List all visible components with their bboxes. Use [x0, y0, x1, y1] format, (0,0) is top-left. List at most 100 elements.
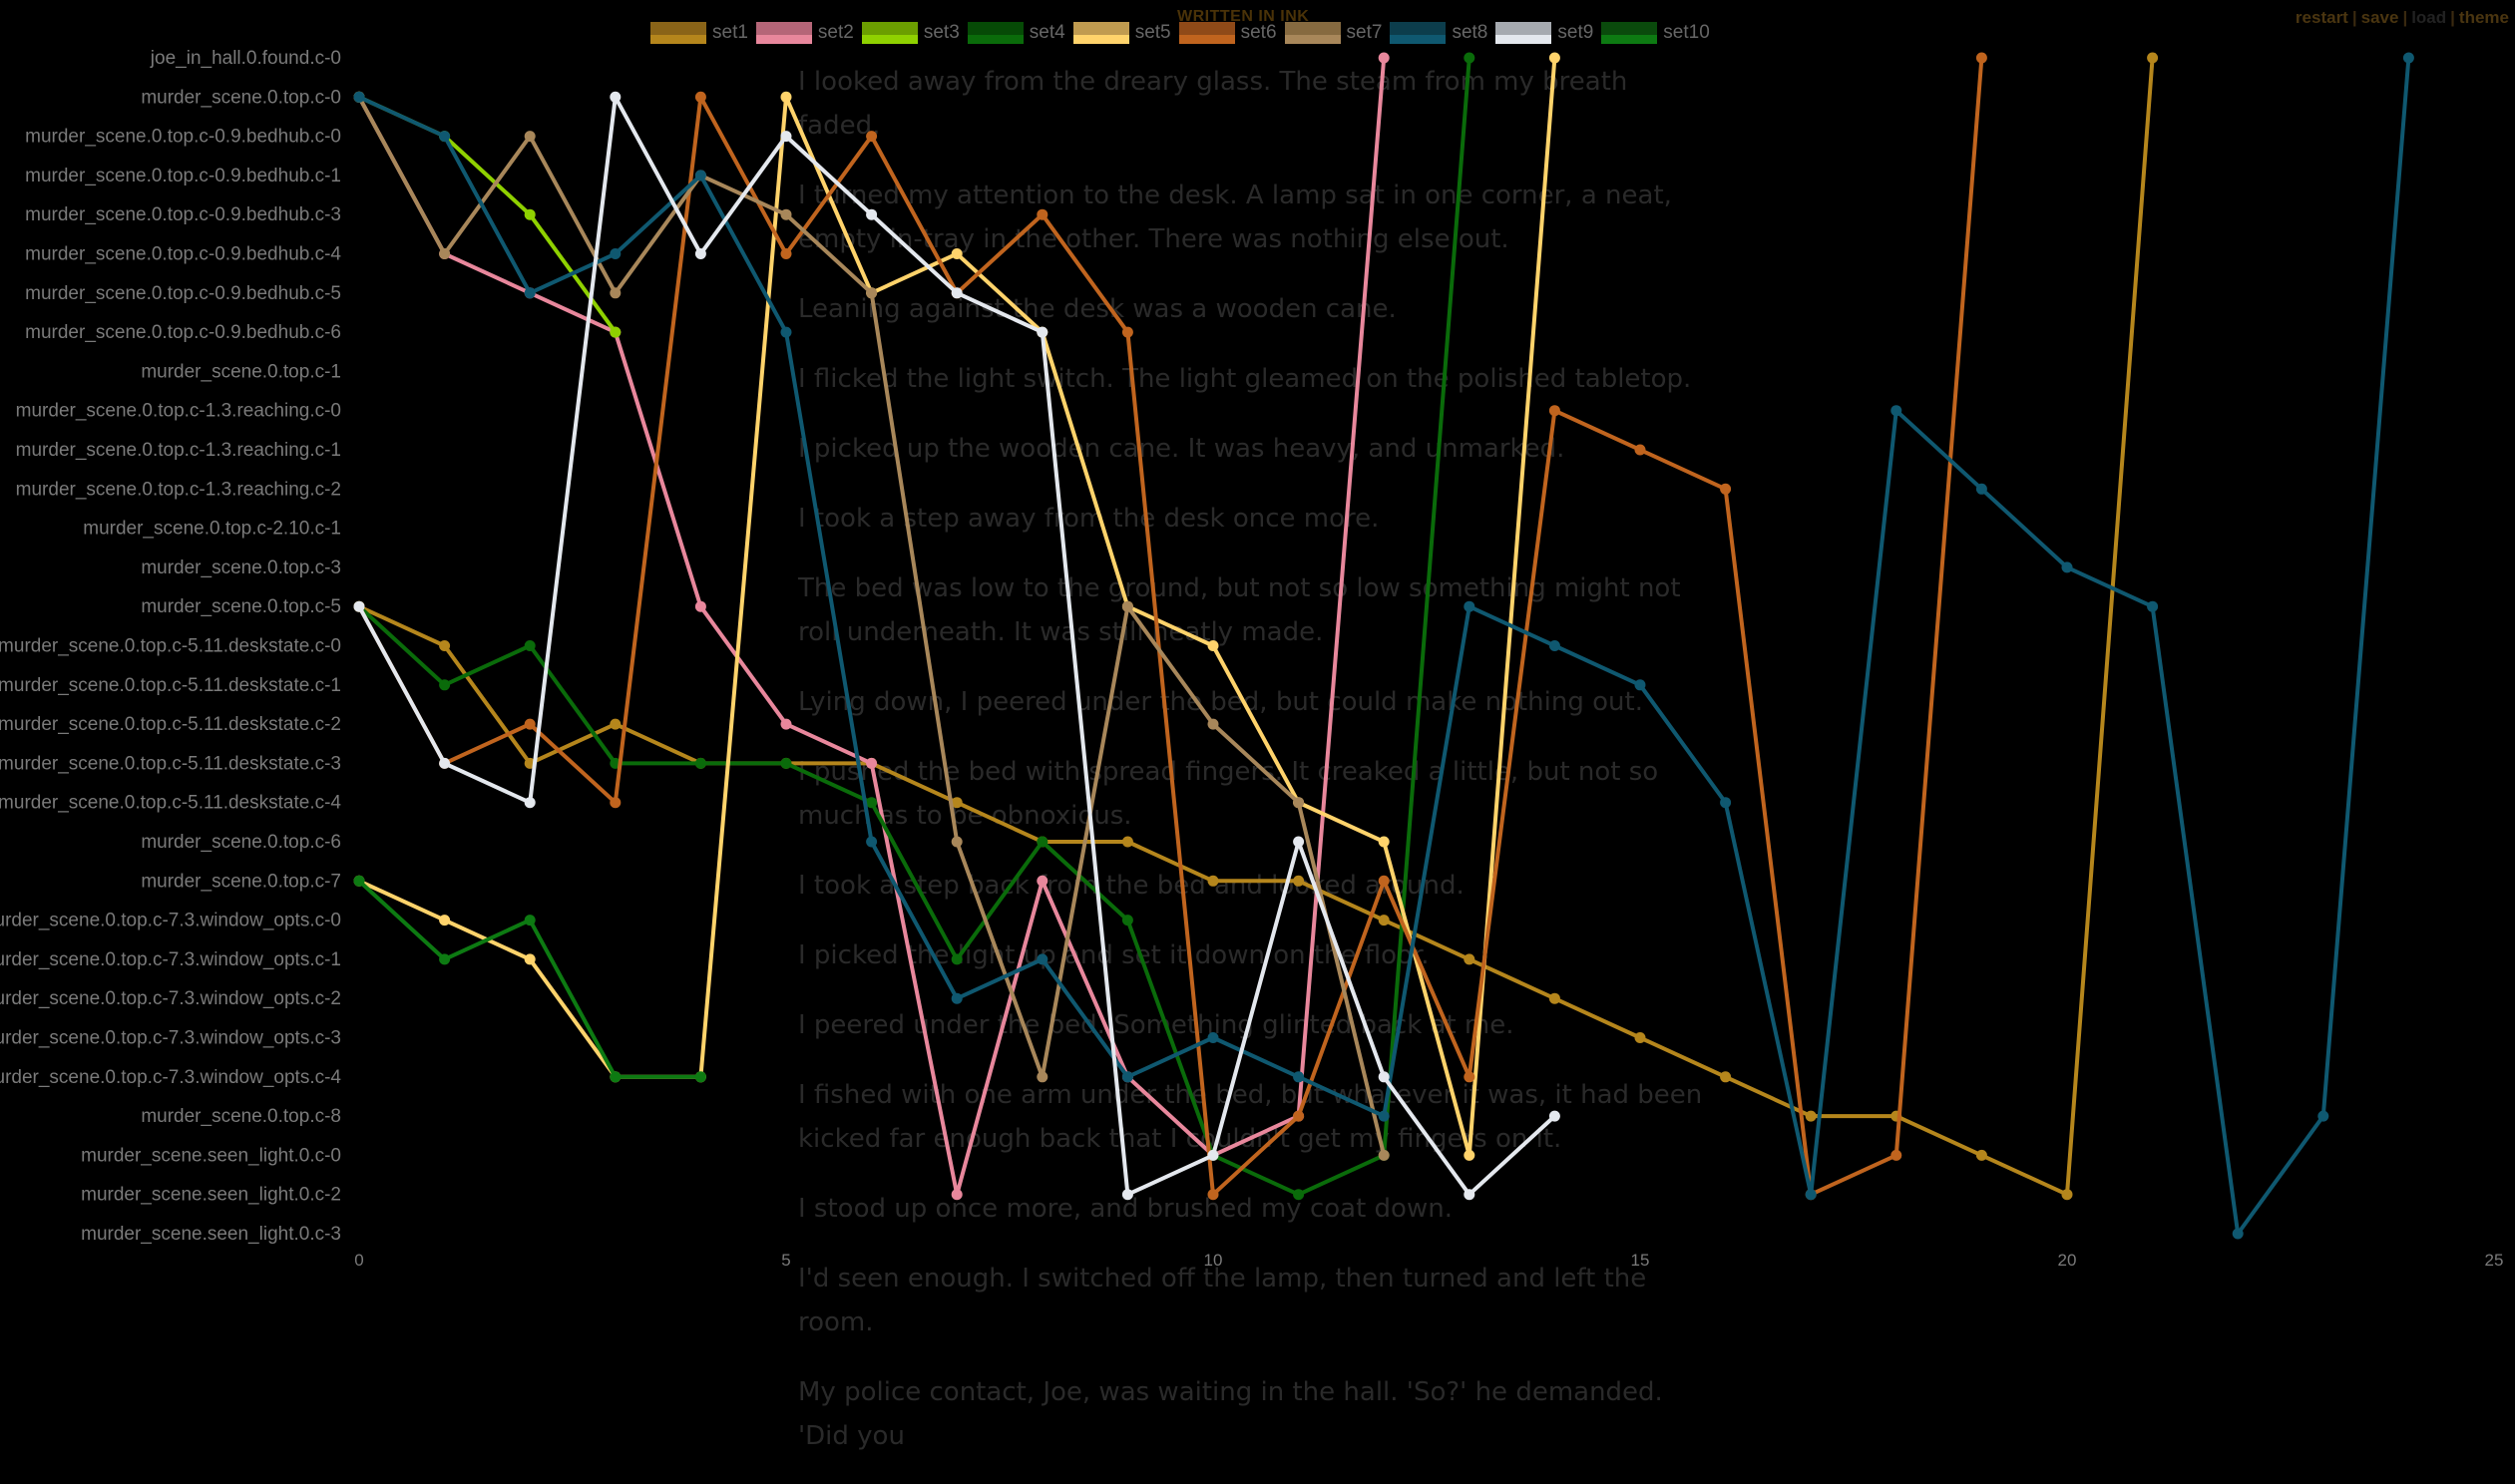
- data-point-set10: [610, 1071, 622, 1083]
- data-point-set3: [610, 326, 622, 338]
- legend-label: set2: [817, 22, 854, 43]
- data-point-set9: [439, 757, 451, 769]
- data-point-set6: [1634, 444, 1646, 456]
- story-paragraph: My police contact, Joe, was waiting in t…: [798, 1377, 1663, 1451]
- data-point-set9: [1121, 1189, 1133, 1201]
- data-point-set7: [1037, 1071, 1048, 1083]
- y-tick-label: murder_scene.0.top.c-5.11.deskstate.c-4: [0, 793, 341, 814]
- legend-label: set8: [1452, 22, 1488, 43]
- top-menu: restart | save | load | theme: [2296, 8, 2509, 28]
- data-point-set1: [1548, 992, 1560, 1004]
- data-point-set4: [780, 757, 792, 769]
- y-tick-label: murder_scene.0.top.c-0.9.bedhub.c-0: [25, 127, 341, 148]
- data-point-set1: [2061, 1189, 2073, 1201]
- legend-label: set3: [923, 22, 960, 43]
- legend-swatch: [1178, 22, 1235, 44]
- data-point-set6: [1293, 1110, 1305, 1122]
- data-point-set8: [780, 326, 792, 338]
- data-point-set7: [1207, 718, 1219, 730]
- x-tick-label: 20: [2058, 1251, 2077, 1270]
- data-point-set3: [524, 208, 536, 220]
- series-set10: [353, 875, 706, 1083]
- legend-item-set7: set7: [1284, 22, 1382, 44]
- line-chart: joe_in_hall.0.found.c-0 murder_scene.0.to…: [0, 48, 2503, 1270]
- y-tick-label: murder_scene.seen_light.0.c-3: [81, 1224, 341, 1245]
- data-point-set2: [694, 600, 706, 612]
- legend-item-set8: set8: [1390, 22, 1487, 44]
- data-point-set9: [1378, 1071, 1390, 1083]
- menu-separator: |: [2402, 8, 2408, 27]
- data-point-set6: [866, 131, 878, 143]
- data-point-set7: [524, 131, 536, 143]
- data-point-set8: [353, 91, 365, 103]
- y-tick-label: murder_scene.0.top.c-7: [141, 871, 341, 892]
- data-point-set8: [1037, 953, 1048, 965]
- legend-label: set10: [1663, 22, 1710, 43]
- data-point-set5: [951, 248, 963, 259]
- series-set1: [353, 52, 2159, 1201]
- y-tick-label: murder_scene.0.top.c-1.3.reaching.c-2: [16, 479, 341, 500]
- data-point-set4: [1464, 52, 1475, 64]
- theme-link[interactable]: theme: [2459, 8, 2509, 27]
- data-point-set5: [1378, 836, 1390, 848]
- data-point-set1: [1121, 836, 1133, 848]
- legend-item-set9: set9: [1495, 22, 1593, 44]
- legend-item-set10: set10: [1601, 22, 1710, 44]
- data-point-set1: [610, 718, 622, 730]
- data-point-set10: [524, 915, 536, 927]
- data-point-set6: [780, 248, 792, 259]
- legend-item-set2: set2: [755, 22, 854, 44]
- legend-label: set6: [1240, 22, 1277, 43]
- y-tick-label: murder_scene.0.top.c-7.3.window_opts.c-1: [0, 949, 341, 970]
- load-link: load: [2411, 8, 2447, 27]
- data-point-set6: [1464, 1071, 1475, 1083]
- y-tick-label: murder_scene.0.top.c-0.9.bedhub.c-1: [25, 166, 341, 186]
- y-tick-label: murder_scene.0.top.c-1: [141, 361, 341, 382]
- y-tick-label: murder_scene.0.top.c-1.3.reaching.c-1: [16, 440, 341, 461]
- data-point-set9: [1037, 326, 1048, 338]
- series-line-set9: [357, 95, 1556, 1197]
- data-point-set6: [1378, 875, 1390, 887]
- legend-label: set4: [1029, 22, 1065, 43]
- data-point-set8: [1975, 483, 1987, 495]
- x-tick-label: 0: [354, 1251, 363, 1270]
- y-tick-label: murder_scene.0.top.c-8: [141, 1106, 341, 1127]
- data-point-set6: [1720, 483, 1732, 495]
- series-line-set1: [358, 57, 2155, 1197]
- data-point-set10: [694, 1071, 706, 1083]
- legend-item-set1: set1: [650, 22, 748, 44]
- y-tick-label: murder_scene.0.top.c-7.3.window_opts.c-4: [0, 1067, 341, 1088]
- series-line-set2: [357, 57, 1387, 1197]
- data-point-set1: [1464, 953, 1475, 965]
- save-link[interactable]: save: [2361, 8, 2399, 27]
- data-point-set1: [1378, 915, 1390, 927]
- data-point-set6: [1207, 1189, 1219, 1201]
- data-point-set6: [1037, 208, 1048, 220]
- restart-link[interactable]: restart: [2296, 8, 2348, 27]
- series-line-set5: [358, 57, 1557, 1158]
- data-point-set6: [610, 797, 622, 809]
- y-tick-label: joe_in_hall.0.found.c-0: [150, 48, 341, 69]
- data-point-set7: [866, 287, 878, 299]
- data-point-set8: [1720, 797, 1732, 809]
- data-point-set8: [524, 287, 536, 299]
- data-point-set7: [1293, 797, 1305, 809]
- legend-swatch: [967, 22, 1024, 44]
- legend-label: set1: [712, 22, 748, 43]
- y-tick-label: murder_scene.0.top.c-2.10.c-1: [83, 519, 341, 540]
- data-point-set4: [524, 640, 536, 651]
- data-point-set1: [439, 640, 451, 651]
- data-point-set9: [866, 208, 878, 220]
- data-point-set1: [2147, 52, 2159, 64]
- data-point-set6: [694, 91, 706, 103]
- legend-swatch: [650, 22, 706, 44]
- data-point-set7: [780, 208, 792, 220]
- data-point-set7: [1121, 600, 1133, 612]
- data-point-set8: [866, 836, 878, 848]
- data-point-set8: [610, 248, 622, 259]
- legend-swatch: [1072, 22, 1129, 44]
- data-point-set8: [439, 131, 451, 143]
- y-tick-label: murder_scene.0.top.c-0.9.bedhub.c-4: [25, 244, 341, 265]
- data-point-set8: [2317, 1110, 2329, 1122]
- data-point-set4: [1121, 915, 1133, 927]
